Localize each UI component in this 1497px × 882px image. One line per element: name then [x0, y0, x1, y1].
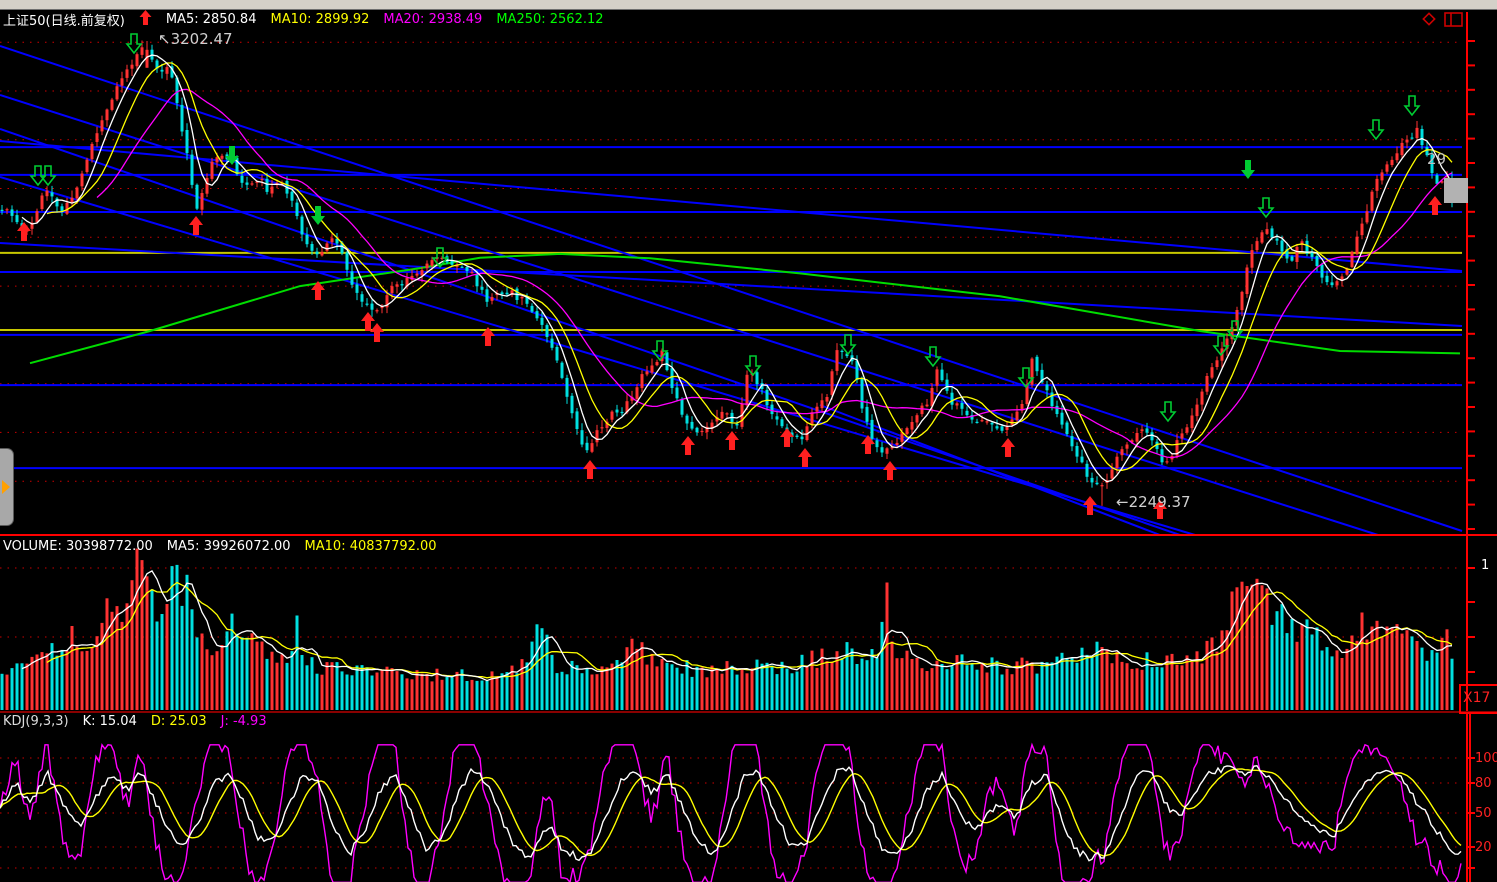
- current-price-axis-tag: [1444, 178, 1468, 203]
- split-window-icon[interactable]: [1444, 10, 1464, 32]
- volume-value: VOLUME: 30398772.00: [3, 539, 153, 554]
- kdj-k-value: K: 15.04: [83, 714, 137, 729]
- kdj-axis-label-20: 20: [1475, 840, 1497, 855]
- last-price-partial-label: 29: [1427, 150, 1446, 168]
- ma10-value: MA10: 2899.92: [270, 12, 369, 27]
- volume-corner-badge: X17: [1459, 684, 1497, 714]
- kdj-axis-label-100: 100: [1475, 751, 1497, 766]
- chart-canvas[interactable]: [0, 0, 1497, 882]
- trading-app-window: 上证50(日线.前复权) MA5: 2850.84 MA10: 2899.92 …: [0, 0, 1497, 882]
- kdj-axis-label-50: 50: [1475, 806, 1497, 821]
- volume-axis-label: 1: [1481, 558, 1489, 573]
- instrument-title: 上证50(日线.前复权): [3, 10, 125, 29]
- sidebar-expand-handle[interactable]: [0, 448, 14, 526]
- ma5-value: MA5: 2850.84: [166, 12, 257, 27]
- expand-arrow-icon: [2, 480, 10, 494]
- high-price-annotation: ↖3202.47: [158, 30, 233, 48]
- kdj-d-value: D: 25.03: [151, 714, 207, 729]
- kdj-k-line: [0, 766, 1461, 861]
- diamond-icon[interactable]: [1420, 10, 1438, 32]
- ma250-value: MA250: 2562.12: [496, 12, 603, 27]
- ma5-line: [22, 55, 1452, 482]
- trendlines: [0, 46, 1462, 535]
- volume-ma5-value: MA5: 39926072.00: [167, 539, 291, 554]
- kdj-j-value: J: -4.93: [221, 714, 267, 729]
- kdj-panel-header: KDJ(9,3,3) K: 15.04 D: 25.03 J: -4.93: [3, 714, 267, 729]
- volume-ma10-value: MA10: 40837792.00: [305, 539, 437, 554]
- price-panel-header: 上证50(日线.前复权) MA5: 2850.84 MA10: 2899.92 …: [3, 10, 604, 29]
- up-arrow-icon: [139, 10, 152, 29]
- window-top-strip: [0, 0, 1497, 10]
- signal-arrows: [17, 34, 1442, 519]
- low-price-annotation: ←2249.37: [1116, 493, 1191, 511]
- volume-panel-header: VOLUME: 30398772.00 MA5: 39926072.00 MA1…: [3, 539, 437, 554]
- volume-bars: [1, 549, 1454, 710]
- panel-corner-icons: [1420, 10, 1464, 32]
- kdj-label: KDJ(9,3,3): [3, 714, 69, 729]
- ma10-line: [47, 63, 1452, 470]
- kdj-axis-label-80: 80: [1475, 776, 1497, 791]
- ma20-value: MA20: 2938.49: [383, 12, 482, 27]
